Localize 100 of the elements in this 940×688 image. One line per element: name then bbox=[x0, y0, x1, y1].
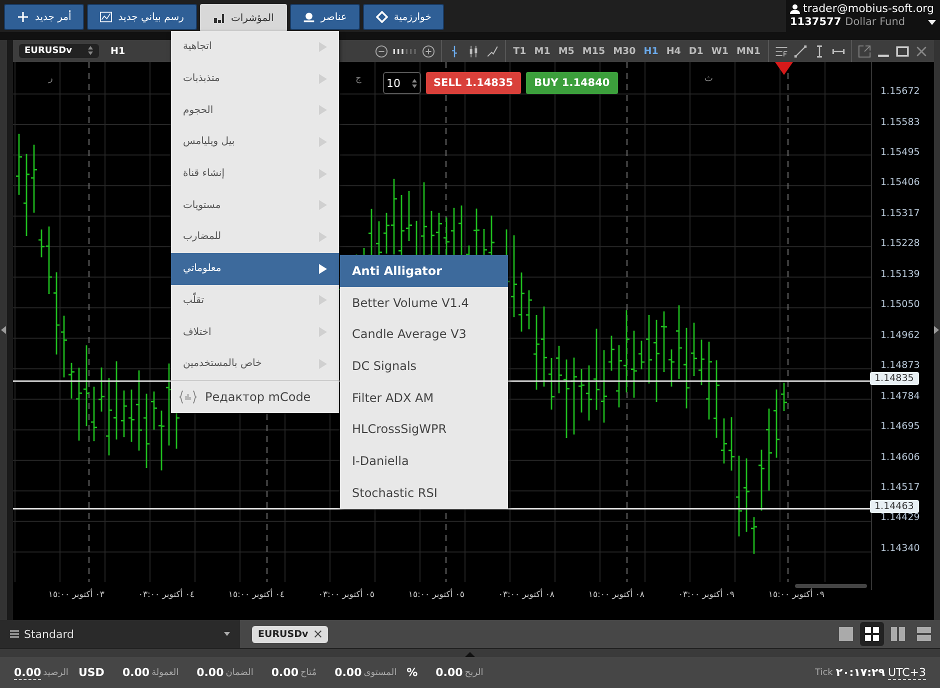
submenu-item[interactable]: Better Volume V1.4 bbox=[340, 286, 508, 318]
menu-item[interactable]: اتجاهية bbox=[171, 31, 339, 63]
timeframe-button[interactable]: M1 bbox=[533, 46, 552, 56]
spinner-arrows-icon[interactable] bbox=[88, 46, 92, 55]
chart-icon bbox=[100, 11, 112, 23]
top-tab[interactable]: رسم بياني جديد bbox=[87, 4, 197, 30]
time-axis-label: ٠٨ أكتوبر ٠٣:٠٠ bbox=[497, 590, 554, 602]
day-mark: ث bbox=[704, 74, 713, 84]
zoom-scale-icon[interactable] bbox=[393, 48, 418, 54]
clock-time: ٢٠:١٧:٢٩ bbox=[836, 666, 885, 679]
buy-button[interactable]: BUY 1.14840 bbox=[526, 72, 618, 94]
status-label: مُتاح bbox=[300, 668, 317, 678]
price-tick-label: 1.15495 bbox=[880, 146, 920, 158]
workspace-selector[interactable]: Standard bbox=[0, 620, 240, 648]
menu-item[interactable]: خاص بالمستخدمين bbox=[171, 348, 339, 380]
submenu-item[interactable]: DC Signals bbox=[340, 350, 508, 382]
top-tab[interactable]: عناصر bbox=[290, 4, 360, 30]
price-tick-label: 1.14340 bbox=[880, 542, 920, 554]
status-unit: % bbox=[406, 666, 418, 679]
price-tick-label: 1.15406 bbox=[880, 177, 920, 188]
status-value: 0.00 bbox=[196, 666, 224, 679]
timeframe-button[interactable]: W1 bbox=[710, 46, 730, 56]
collapse-right-icon[interactable] bbox=[934, 326, 940, 334]
line-type-icon[interactable] bbox=[486, 44, 500, 58]
menu-item[interactable]: متذبذبات bbox=[171, 62, 339, 94]
timeframe-button[interactable]: H1 bbox=[642, 46, 660, 56]
menu-item[interactable]: للمضارب bbox=[171, 221, 339, 253]
price-tick-label: 1.15672 bbox=[880, 86, 920, 97]
scrollbar-thumb[interactable] bbox=[794, 584, 866, 588]
price-line-label: 1.14835 bbox=[870, 372, 919, 386]
status-value: 0.00 bbox=[334, 666, 362, 679]
status-value: 0.00 bbox=[436, 666, 463, 679]
menu-item[interactable]: مستويات bbox=[171, 189, 339, 222]
submenu-item[interactable]: HLCrossSigWPR bbox=[340, 413, 508, 446]
close-icon[interactable] bbox=[914, 44, 928, 58]
spinner-arrows-icon[interactable] bbox=[412, 78, 416, 88]
menu-item[interactable]: Редактор mCode bbox=[171, 380, 339, 413]
layout-columns-icon bbox=[891, 627, 905, 641]
timeframe-button[interactable]: MN1 bbox=[735, 46, 762, 56]
time-axis-label: ٠٥ أكتوبر ٠٣:٠٠ bbox=[317, 590, 374, 602]
submenu-item[interactable]: Candle Average V3 bbox=[340, 318, 508, 350]
timezone-selector[interactable]: UTC+3 bbox=[888, 666, 926, 680]
menu-item[interactable]: اختلاف bbox=[171, 316, 339, 348]
symbol-selector[interactable]: EURUSDv bbox=[18, 44, 98, 58]
time-axis-label: ٠٩ أكتوبر ٠٣:٠٠ bbox=[677, 590, 734, 602]
day-mark: ج bbox=[356, 74, 362, 84]
menu-item[interactable]: تقلّب bbox=[171, 284, 339, 316]
price-tick-label: 1.14962 bbox=[880, 330, 920, 341]
time-axis-label: ٠٥ أكتوبر ١٥:٠٠ bbox=[407, 590, 464, 602]
sell-button[interactable]: SELL 1.14835 bbox=[426, 72, 522, 94]
menu-item[interactable]: بيل ويليامس bbox=[171, 126, 339, 158]
time-axis-label: ٠٤ أكتوبر ٠٣:٠٠ bbox=[137, 590, 194, 602]
status-label: الربح bbox=[464, 668, 484, 678]
timeframe-button[interactable]: D1 bbox=[688, 46, 704, 56]
plus-icon bbox=[17, 11, 29, 23]
submenu-item[interactable]: I-Daniella bbox=[340, 445, 508, 477]
status-unit: USD bbox=[78, 666, 104, 679]
volume-field[interactable]: 10 bbox=[382, 72, 420, 94]
submenu-item[interactable]: Filter ADX AM bbox=[340, 382, 508, 414]
timeframe-button[interactable]: M15 bbox=[581, 46, 606, 56]
timeframe-button[interactable]: T1 bbox=[512, 46, 528, 56]
status-label: المستوى bbox=[364, 668, 397, 678]
status-value: 0.00 bbox=[14, 666, 42, 680]
timeframe-button[interactable]: M30 bbox=[612, 46, 637, 56]
menu-item[interactable]: إنشاء قناة bbox=[171, 158, 339, 190]
price-tick-label: 1.15139 bbox=[880, 268, 920, 280]
top-tab[interactable]: المؤشرات bbox=[200, 4, 287, 32]
time-axis-label: ٠٩ أكتوبر ١٥:٠٠ bbox=[767, 590, 824, 602]
timeframe-button[interactable]: M5 bbox=[557, 46, 576, 56]
status-value: 0.00 bbox=[271, 666, 298, 679]
trend-line-icon[interactable] bbox=[794, 44, 806, 58]
time-axis-label: ٠٨ أكتوبر ١٥:٠٠ bbox=[587, 590, 644, 602]
price-tick-label: 1.15050 bbox=[880, 299, 920, 310]
submenu-item[interactable]: Stochastic RSI bbox=[340, 476, 508, 508]
indicator-list-icon[interactable] bbox=[774, 44, 788, 58]
time-axis-label: ٠٣ أكتوبر ١٥:٠٠ bbox=[47, 590, 104, 602]
day-mark: ر bbox=[48, 74, 53, 84]
status-label: الرصيد bbox=[43, 668, 68, 678]
price-line-label: 1.14463 bbox=[870, 500, 919, 513]
layout-button[interactable] bbox=[860, 622, 884, 646]
detach-icon[interactable] bbox=[858, 44, 870, 58]
chart-tab[interactable]: EURUSDv bbox=[252, 626, 328, 642]
time-axis-label: ٠٤ أكتوبر ١٥:٠٠ bbox=[227, 590, 284, 602]
menu-item[interactable]: معلوماتي bbox=[171, 252, 339, 284]
layout-grid-icon bbox=[865, 627, 879, 641]
price-tick-label: 1.15228 bbox=[880, 238, 920, 250]
zoom-out-icon[interactable] bbox=[375, 44, 388, 58]
user-icon bbox=[790, 4, 800, 14]
timeframe-button[interactable]: H4 bbox=[665, 46, 682, 56]
top-tab[interactable]: أمر جديد bbox=[4, 4, 84, 30]
price-tick-label: 1.14695 bbox=[880, 421, 920, 432]
top-tab[interactable]: خوارزمية bbox=[362, 4, 444, 30]
close-icon[interactable] bbox=[314, 630, 322, 638]
submenu-item[interactable]: Anti Alligator bbox=[340, 255, 508, 287]
zoom-in-icon[interactable] bbox=[422, 44, 436, 58]
layout-single-icon bbox=[839, 627, 853, 641]
account-email: trader@mobius-soft.org bbox=[803, 2, 934, 15]
menu-item[interactable]: الحجوم bbox=[171, 94, 339, 126]
maximize-icon[interactable] bbox=[896, 44, 908, 58]
account-selector[interactable]: 1137577 Dollar Fund bbox=[790, 16, 936, 28]
